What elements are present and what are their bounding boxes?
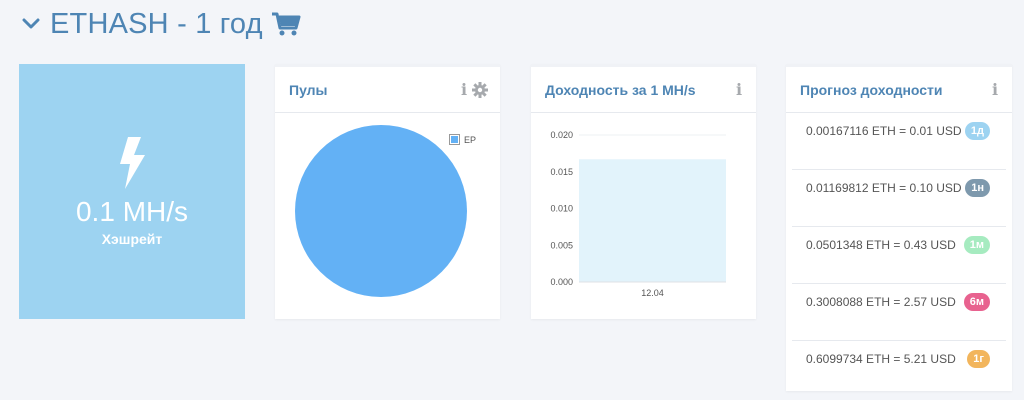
pools-card: Пулы i EP bbox=[275, 64, 500, 319]
forecast-row-text: 0.0501348 ETH = 0.43 USD bbox=[806, 238, 956, 252]
forecast-row-text: 0.01169812 ETH = 0.10 USD bbox=[806, 181, 962, 195]
forecast-card: Прогноз доходности i 0.00167116 ETH = 0.… bbox=[786, 64, 1012, 391]
pools-card-icons: i bbox=[459, 80, 488, 99]
forecast-row: 0.0501348 ETH = 0.43 USD 1м bbox=[792, 227, 1006, 284]
y-tick-label: 0.010 bbox=[550, 204, 573, 214]
y-tick-label: 0.005 bbox=[550, 240, 573, 250]
forecast-row-text: 0.6099734 ETH = 5.21 USD bbox=[806, 352, 956, 366]
period-badge: 1д bbox=[964, 122, 990, 140]
cart-icon[interactable] bbox=[271, 10, 303, 38]
forecast-row-text: 0.3008088 ETH = 2.57 USD bbox=[806, 295, 956, 309]
y-tick-label: 0.020 bbox=[550, 130, 573, 140]
hashrate-label: Хэшрейт bbox=[101, 230, 163, 247]
forecast-row: 0.3008088 ETH = 2.57 USD 6м bbox=[792, 284, 1006, 341]
forecast-card-icons: i bbox=[990, 80, 1000, 99]
pie-legend: EP bbox=[448, 134, 476, 145]
period-badge: 6м bbox=[963, 293, 990, 311]
pools-card-header: Пулы i bbox=[275, 67, 500, 113]
period-badge: 1г bbox=[967, 350, 990, 368]
yield-card: Доходность за 1 MH/s i 0.020 0.015 0.010 0.… bbox=[531, 64, 756, 319]
forecast-row: 0.01169812 ETH = 0.10 USD 1н bbox=[792, 170, 1006, 227]
x-tick-label: 12.04 bbox=[641, 288, 664, 298]
gear-icon[interactable] bbox=[472, 81, 488, 98]
hashrate-value: 0.1 MH/s bbox=[75, 195, 189, 227]
forecast-row: 0.00167116 ETH = 0.01 USD 1д bbox=[792, 113, 1006, 170]
y-tick-label: 0.015 bbox=[550, 167, 573, 177]
forecast-card-header: Прогноз доходности i bbox=[786, 67, 1012, 113]
forecast-row: 0.6099734 ETH = 5.21 USD 1г bbox=[792, 341, 1006, 398]
yield-card-title: Доходность за 1 MH/s bbox=[545, 81, 696, 98]
info-icon[interactable]: i bbox=[734, 80, 744, 99]
hashrate-tile: 0.1 MH/s Хэшрейт bbox=[19, 64, 245, 319]
forecast-card-title: Прогноз доходности bbox=[800, 81, 943, 98]
chevron-down-icon[interactable] bbox=[22, 14, 42, 34]
lightning-icon bbox=[120, 136, 145, 189]
pools-pie-chart: EP bbox=[275, 113, 500, 319]
info-icon[interactable]: i bbox=[459, 80, 469, 99]
y-tick-label: 0.000 bbox=[550, 277, 573, 287]
forecast-row-text: 0.00167116 ETH = 0.01 USD bbox=[806, 124, 962, 138]
pools-card-title: Пулы bbox=[289, 81, 328, 98]
period-badge: 1м bbox=[963, 236, 990, 254]
pie-slice-ep[interactable] bbox=[295, 125, 467, 297]
info-icon[interactable]: i bbox=[990, 80, 1000, 99]
yield-bar-chart: 0.020 0.015 0.010 0.005 0.000 12.04 bbox=[550, 130, 726, 298]
page-header: ETHASH - 1 год bbox=[22, 6, 303, 42]
yield-card-header: Доходность за 1 MH/s i bbox=[531, 67, 756, 113]
yield-card-icons: i bbox=[734, 80, 744, 99]
bar-12.04[interactable] bbox=[579, 159, 726, 282]
forecast-list: 0.00167116 ETH = 0.01 USD 1д 0.01169812 … bbox=[786, 113, 1012, 398]
period-badge: 1н bbox=[965, 179, 990, 197]
page-title: ETHASH - 1 год bbox=[50, 7, 263, 40]
legend-swatch bbox=[448, 134, 460, 145]
legend-label: EP bbox=[463, 134, 476, 145]
